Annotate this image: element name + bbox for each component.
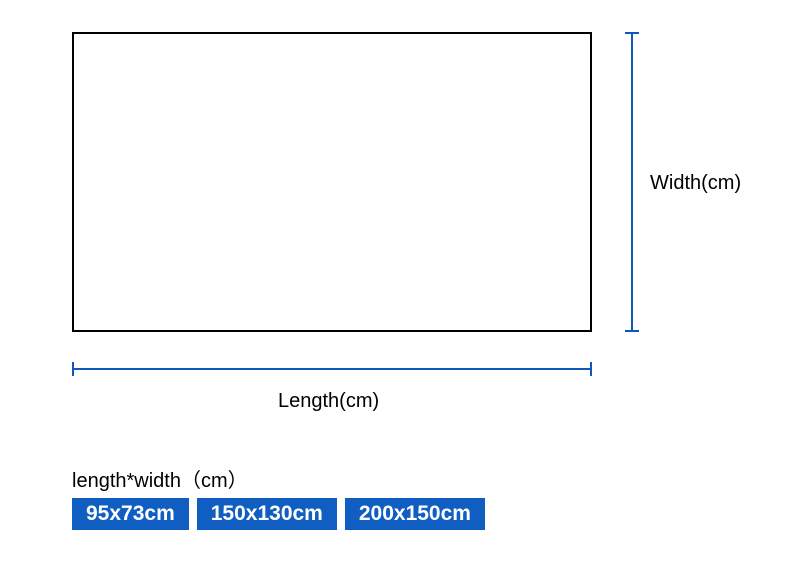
length-bracket-line [72, 368, 592, 370]
size-option-1[interactable]: 95x73cm [72, 498, 189, 530]
width-axis-label: Width(cm) [650, 172, 741, 195]
dimension-rectangle [72, 32, 592, 332]
diagram-container: Width(cm) Length(cm) length*width（cm） 95… [0, 0, 800, 580]
length-bracket-cap-right [590, 362, 592, 376]
size-option-2[interactable]: 150x130cm [197, 498, 337, 530]
length-dimension-bracket [72, 362, 592, 376]
size-options-title: length*width（cm） [72, 464, 248, 493]
length-axis-label: Length(cm) [278, 390, 379, 413]
size-options-row: 95x73cm 150x130cm 200x150cm [72, 498, 485, 530]
width-bracket-cap-bottom [625, 330, 639, 332]
size-option-3[interactable]: 200x150cm [345, 498, 485, 530]
width-bracket-line [631, 32, 633, 332]
width-dimension-bracket [625, 32, 639, 332]
